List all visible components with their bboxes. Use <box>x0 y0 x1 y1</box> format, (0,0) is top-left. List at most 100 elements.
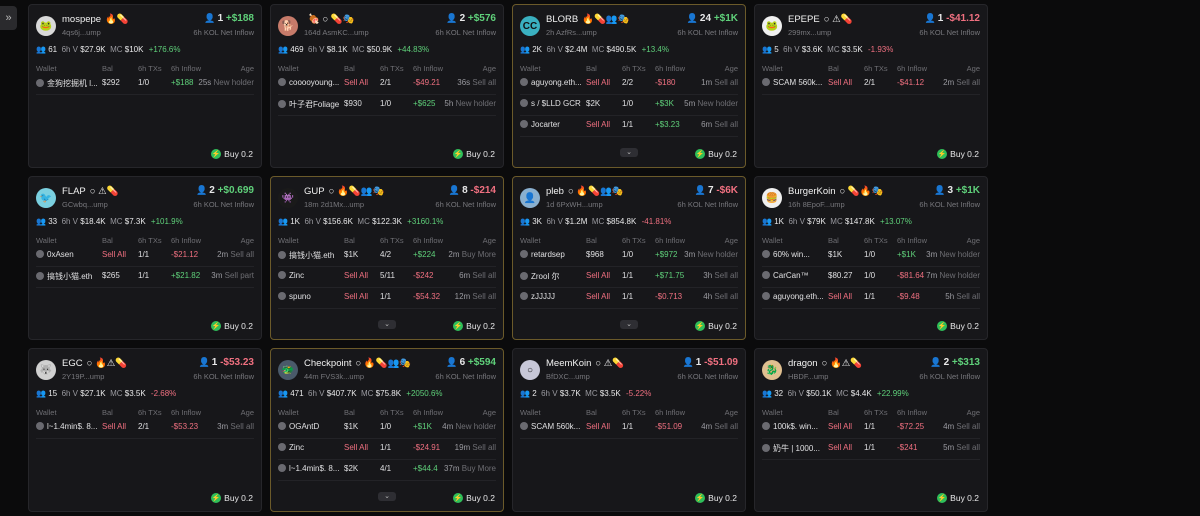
sidebar-expand-button[interactable]: » <box>0 6 17 30</box>
token-address[interactable]: HBDF...ump <box>788 372 828 381</box>
buy-button[interactable]: ⚡ Buy 0.2 <box>211 321 253 331</box>
token-avatar[interactable]: 🐲 <box>278 360 298 380</box>
kol-wallet-row[interactable]: aguyong.eth... Sell All 1/1 -$9.48 5h Se… <box>762 292 980 309</box>
kol-wallet-row[interactable]: SCAM 560k... Sell All 1/1 -$51.09 4m Sel… <box>520 422 738 439</box>
token-address[interactable]: 44m FVS3k...ump <box>304 372 364 381</box>
wallet-name[interactable]: 搞钱小猫.eth <box>36 271 104 282</box>
kol-wallet-row[interactable]: OGAntD $1K 1/0 +$1K 4m New holder <box>278 422 496 439</box>
buy-button[interactable]: ⚡ Buy 0.2 <box>211 493 253 503</box>
token-card[interactable]: 🐸 EPEPE ○ ⚠💊 299mx...ump 👤 1 -$41.12 6h KO… <box>754 4 988 168</box>
token-card[interactable]: 🐕 🍖 ○ 💊🎭 164d AsmKC...ump 👤 2 +$576 6h KO… <box>270 4 504 168</box>
token-address[interactable]: 2h AzfRs...ump <box>546 28 597 37</box>
token-name[interactable]: Checkpoint ○ 🔥💊👥🎭 <box>304 358 411 369</box>
kol-wallet-row[interactable]: Zrool 尔 Sell All 1/1 +$71.75 3h Sell all <box>520 271 738 288</box>
buy-button[interactable]: ⚡ Buy 0.2 <box>937 321 979 331</box>
token-card[interactable]: 👤 pleb ○ 🔥💊👥🎭 1d 6PxWH...ump 👤 7 -$6K 6h K… <box>512 176 746 340</box>
token-card[interactable]: 🐸 mospepe 🔥💊 4qs6j...ump 👤 1 +$188 6h KOL … <box>28 4 262 168</box>
token-address[interactable]: BfDXC...ump <box>546 372 590 381</box>
wallet-name[interactable]: 奶牛 | 1000... <box>762 443 830 454</box>
token-name[interactable]: BurgerKoin ○ 💊🔥🎭 <box>788 186 883 197</box>
token-avatar[interactable]: 🐸 <box>36 16 56 36</box>
token-avatar[interactable]: CC <box>520 16 540 36</box>
token-card[interactable]: 🐲 Checkpoint ○ 🔥💊👥🎭 44m FVS3k...ump 👤 6 +$… <box>270 348 504 512</box>
buy-button[interactable]: ⚡ Buy 0.2 <box>937 493 979 503</box>
kol-wallet-row[interactable]: 0xAsen Sell All 1/1 -$21.12 2m Sell all <box>36 250 254 267</box>
kol-wallet-row[interactable]: 金狗挖掘机 l... $292 1/0 +$188 25s New holder <box>36 78 254 95</box>
kol-wallet-row[interactable]: 搞钱小猫.eth $265 1/1 +$21.82 3m Sell part <box>36 271 254 288</box>
token-address[interactable]: 1d 6PxWH...ump <box>546 200 603 209</box>
kol-wallet-row[interactable]: Zinc Sell All 1/1 -$24.91 19m Sell all <box>278 443 496 460</box>
wallet-name[interactable]: spuno <box>278 292 346 301</box>
wallet-name[interactable]: SCAM 560k... <box>520 422 588 431</box>
wallet-name[interactable]: SCAM 560k... <box>762 78 830 87</box>
token-name[interactable]: MeemKoin ○ ⚠💊 <box>546 358 624 369</box>
kol-wallet-row[interactable]: zJJJJJ Sell All 1/1 -$0.713 4h Sell all <box>520 292 738 309</box>
token-address[interactable]: 18m 2d1Mx...ump <box>304 200 364 209</box>
token-card[interactable]: 🐦 FLAP ○ ⚠💊 GCwbq...ump 👤 2 +$0.699 6h KOL… <box>28 176 262 340</box>
token-name[interactable]: dragon ○ 🔥⚠💊 <box>788 358 862 369</box>
wallet-name[interactable]: aguyong.eth... <box>762 292 830 301</box>
kol-wallet-row[interactable]: l~1.4min$. 8... Sell All 2/1 -$53.23 3m … <box>36 422 254 439</box>
wallet-name[interactable]: 金狗挖掘机 l... <box>36 78 104 89</box>
expand-more-button[interactable]: ⌄ <box>378 320 396 329</box>
buy-button[interactable]: ⚡ Buy 0.2 <box>695 149 737 159</box>
expand-more-button[interactable]: ⌄ <box>378 492 396 501</box>
token-card[interactable]: 👾 GUP ○ 🔥💊👥🎭 18m 2d1Mx...ump 👤 8 -$214 6h … <box>270 176 504 340</box>
kol-wallet-row[interactable]: retardsep $968 1/0 +$972 3m New holder <box>520 250 738 267</box>
kol-wallet-row[interactable]: spuno Sell All 1/1 -$54.32 12m Sell all <box>278 292 496 309</box>
token-name[interactable]: BLORB 🔥💊👥🎭 <box>546 14 630 25</box>
wallet-name[interactable]: Zinc <box>278 443 346 452</box>
buy-button[interactable]: ⚡ Buy 0.2 <box>453 149 495 159</box>
wallet-name[interactable]: aguyong.eth... <box>520 78 588 87</box>
kol-wallet-row[interactable]: cooooyoung... Sell All 2/1 -$49.21 36s S… <box>278 78 496 95</box>
wallet-name[interactable]: 0xAsen <box>36 250 104 259</box>
kol-wallet-row[interactable]: 100k$. win... Sell All 1/1 -$72.25 4m Se… <box>762 422 980 439</box>
kol-wallet-row[interactable]: CarCan™ $80.27 1/0 -$81.64 7m New holder <box>762 271 980 288</box>
wallet-name[interactable]: l~1.4min$. 8... <box>36 422 104 431</box>
buy-button[interactable]: ⚡ Buy 0.2 <box>937 149 979 159</box>
wallet-name[interactable]: CarCan™ <box>762 271 830 280</box>
kol-wallet-row[interactable]: SCAM 560k... Sell All 2/1 -$41.12 2m Sel… <box>762 78 980 95</box>
token-address[interactable]: 164d AsmKC...ump <box>304 28 369 37</box>
buy-button[interactable]: ⚡ Buy 0.2 <box>695 321 737 331</box>
kol-wallet-row[interactable]: aguyong.eth... Sell All 2/2 -$180 1m Sel… <box>520 78 738 95</box>
wallet-name[interactable]: Zinc <box>278 271 346 280</box>
kol-wallet-row[interactable]: 奶牛 | 1000... Sell All 1/1 -$241 5m Sell … <box>762 443 980 460</box>
kol-wallet-row[interactable]: l~1.4min$. 8... $2K 4/1 +$44.4 37m Buy M… <box>278 464 496 481</box>
token-avatar[interactable]: 🐺 <box>36 360 56 380</box>
token-avatar[interactable]: 🐕 <box>278 16 298 36</box>
wallet-name[interactable]: 搞钱小猫.eth <box>278 250 346 261</box>
wallet-name[interactable]: zJJJJJ <box>520 292 588 301</box>
kol-wallet-row[interactable]: Zinc Sell All 5/11 -$242 6m Sell all <box>278 271 496 288</box>
token-address[interactable]: 4qs6j...ump <box>62 28 101 37</box>
wallet-name[interactable]: 100k$. win... <box>762 422 830 431</box>
token-name[interactable]: pleb ○ 🔥💊👥🎭 <box>546 186 624 197</box>
kol-wallet-row[interactable]: 搞钱小猫.eth $1K 4/2 +$224 2m Buy More <box>278 250 496 267</box>
buy-button[interactable]: ⚡ Buy 0.2 <box>211 149 253 159</box>
wallet-name[interactable]: 叶子君Foliage <box>278 99 346 110</box>
wallet-name[interactable]: l~1.4min$. 8... <box>278 464 346 473</box>
wallet-name[interactable]: Jocarter <box>520 120 588 129</box>
kol-wallet-row[interactable]: 60% win... $1K 1/0 +$1K 3m New holder <box>762 250 980 267</box>
token-avatar[interactable]: 👾 <box>278 188 298 208</box>
token-avatar[interactable]: 🐸 <box>762 16 782 36</box>
token-name[interactable]: EGC ○ 🔥⚠💊 <box>62 358 127 369</box>
token-card[interactable]: 🐉 dragon ○ 🔥⚠💊 HBDF...ump 👤 2 +$313 6h KOL… <box>754 348 988 512</box>
token-card[interactable]: CC BLORB 🔥💊👥🎭 2h AzfRs...ump 👤 24 +$1K 6h … <box>512 4 746 168</box>
buy-button[interactable]: ⚡ Buy 0.2 <box>695 493 737 503</box>
token-card[interactable]: ○ MeemKoin ○ ⚠💊 BfDXC...ump 👤 1 -$51.09 6h… <box>512 348 746 512</box>
wallet-name[interactable]: 60% win... <box>762 250 830 259</box>
token-avatar[interactable]: 🐉 <box>762 360 782 380</box>
token-name[interactable]: EPEPE ○ ⚠💊 <box>788 14 852 25</box>
wallet-name[interactable]: OGAntD <box>278 422 346 431</box>
expand-more-button[interactable]: ⌄ <box>620 148 638 157</box>
expand-more-button[interactable]: ⌄ <box>620 320 638 329</box>
buy-button[interactable]: ⚡ Buy 0.2 <box>453 321 495 331</box>
kol-wallet-row[interactable]: s / $LLD GCR $2K 1/0 +$3K 5m New holder <box>520 99 738 116</box>
buy-button[interactable]: ⚡ Buy 0.2 <box>453 493 495 503</box>
wallet-name[interactable]: retardsep <box>520 250 588 259</box>
wallet-name[interactable]: Zrool 尔 <box>520 271 588 282</box>
token-avatar[interactable]: 👤 <box>520 188 540 208</box>
token-avatar[interactable]: 🍔 <box>762 188 782 208</box>
kol-wallet-row[interactable]: 叶子君Foliage $930 1/0 +$625 5h New holder <box>278 99 496 116</box>
